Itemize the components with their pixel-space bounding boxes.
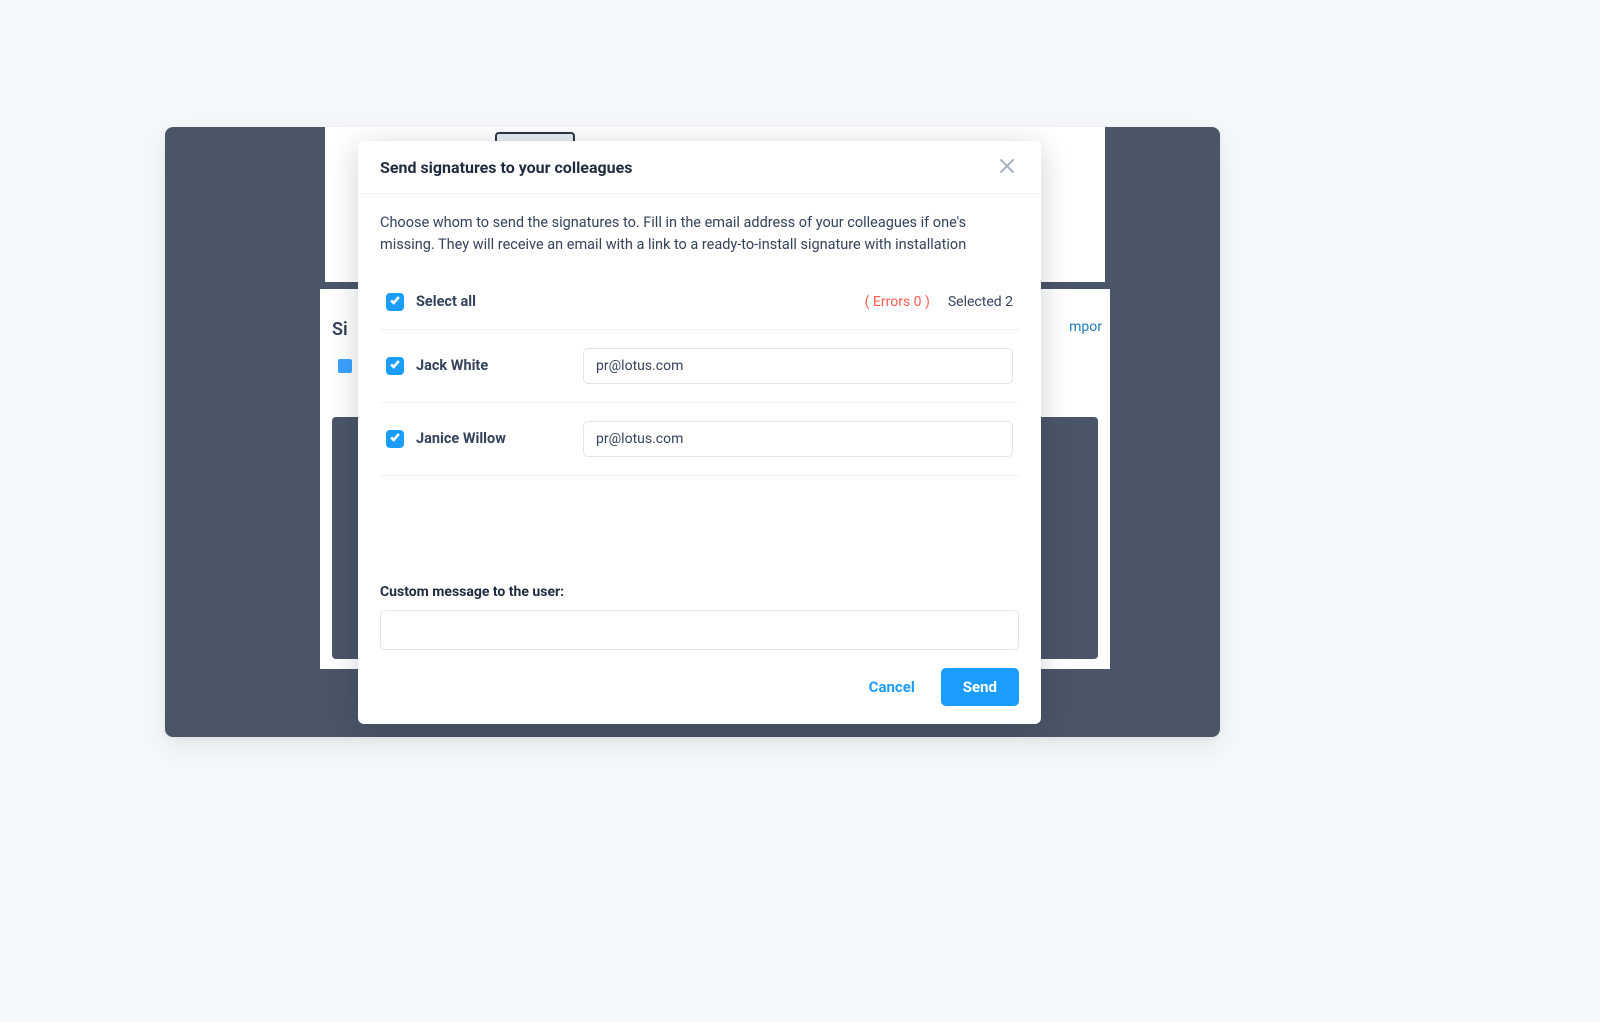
- send-signatures-modal: Send signatures to your colleagues Choos…: [358, 141, 1041, 724]
- recipient-checkbox[interactable]: [386, 430, 404, 448]
- modal-body: Choose whom to send the signatures to. F…: [358, 194, 1041, 650]
- check-icon: [389, 358, 401, 373]
- recipient-row: Jack White: [380, 330, 1019, 403]
- select-all-row: Select all ( Errors 0 ) Selected 2: [380, 283, 1019, 330]
- bg-strip-text-right: mpor: [1069, 319, 1102, 335]
- recipient-row: Janice Willow: [380, 403, 1019, 476]
- app-window: Si mpor Send signatures to your colleagu…: [165, 127, 1220, 737]
- custom-message-block: Custom message to the user:: [380, 564, 1019, 650]
- select-all-left: Select all: [386, 293, 865, 311]
- recipient-name: Janice Willow: [416, 430, 571, 447]
- recipient-email-input[interactable]: [583, 421, 1013, 457]
- bg-strip-badge: [338, 359, 352, 373]
- custom-message-label: Custom message to the user:: [380, 584, 1019, 600]
- close-button[interactable]: [995, 155, 1019, 179]
- errors-count: ( Errors 0 ): [865, 294, 930, 310]
- check-icon: [389, 431, 401, 446]
- close-icon: [1000, 159, 1014, 176]
- modal-title: Send signatures to your colleagues: [380, 158, 632, 177]
- modal-header: Send signatures to your colleagues: [358, 141, 1041, 194]
- check-icon: [389, 294, 401, 309]
- select-all-checkbox[interactable]: [386, 293, 404, 311]
- cancel-button[interactable]: Cancel: [869, 678, 915, 696]
- select-all-label: Select all: [416, 293, 476, 310]
- modal-footer: Cancel Send: [358, 650, 1041, 724]
- bg-strip-text-left: Si: [332, 319, 348, 340]
- recipient-name: Jack White: [416, 357, 571, 374]
- recipient-checkbox[interactable]: [386, 357, 404, 375]
- recipient-email-input[interactable]: [583, 348, 1013, 384]
- send-button[interactable]: Send: [941, 668, 1019, 706]
- selected-count: Selected 2: [948, 294, 1013, 310]
- modal-description: Choose whom to send the signatures to. F…: [380, 212, 1019, 257]
- custom-message-input[interactable]: [380, 610, 1019, 650]
- select-all-right: ( Errors 0 ) Selected 2: [865, 294, 1013, 310]
